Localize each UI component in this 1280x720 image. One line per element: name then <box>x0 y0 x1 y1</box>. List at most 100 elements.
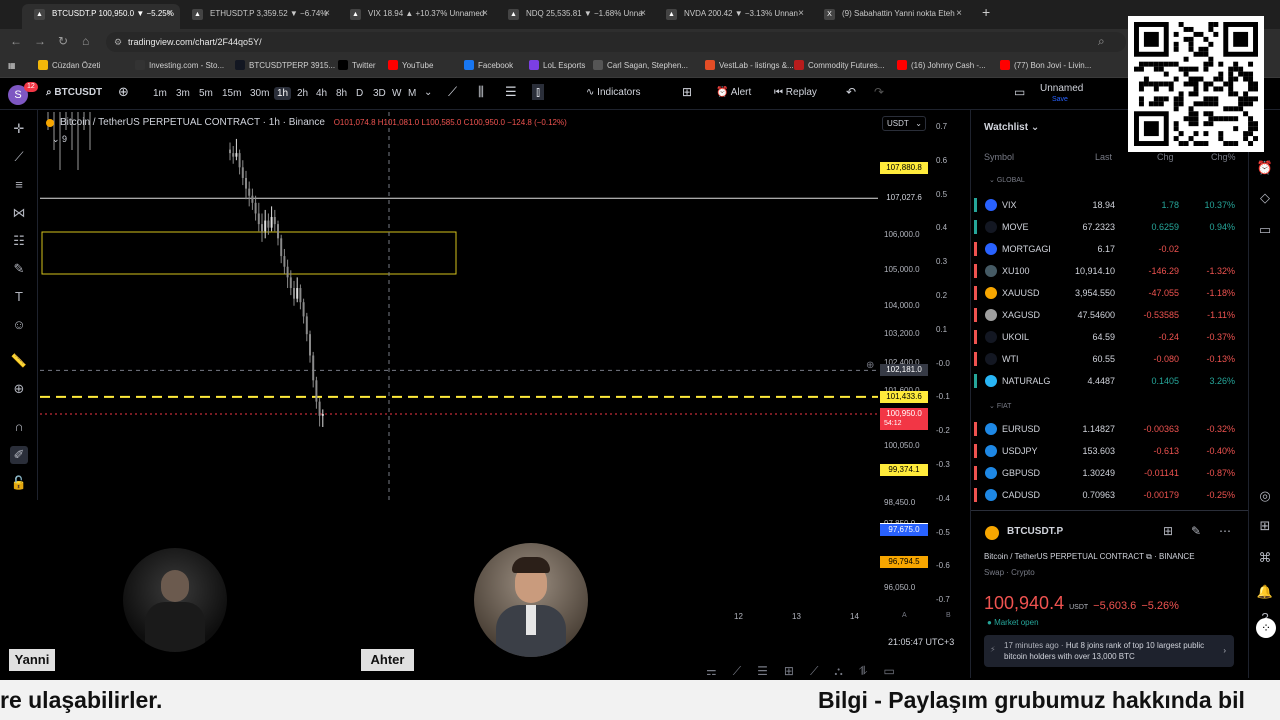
time-axis[interactable]: 12 13 14 A B <box>706 610 970 628</box>
apps-icon[interactable]: ▦ <box>8 59 16 73</box>
interval-3D[interactable]: 3D <box>370 87 389 100</box>
forecast-icon[interactable]: ☷ <box>10 232 28 250</box>
watchlist-title[interactable]: Watchlist ⌄ <box>984 122 1039 133</box>
bookmark[interactable]: Carl Sagan, Stephen... <box>593 59 688 73</box>
lock-icon[interactable]: 🔓 <box>10 474 28 492</box>
brush-icon[interactable]: ✎ <box>10 260 28 278</box>
data-window-icon[interactable]: ⊞ <box>1256 518 1274 536</box>
browser-tab[interactable]: ▲ NVDA 200.42 ▼ −3.13% Unnan × <box>654 4 812 29</box>
ruler-icon[interactable]: 📏 <box>10 352 28 370</box>
magnet-icon[interactable]: ∩ <box>10 418 28 436</box>
watchlist-row[interactable]: MOVE 67.2323 0.6259 0.94% <box>971 216 1249 238</box>
browser-tab[interactable]: ▲ ETHUSDT.P 3,359.52 ▼ −6.74% × <box>180 4 338 29</box>
watchlist-row[interactable]: NATURALGAS 4.4487 0.1405 3.26% <box>971 370 1249 392</box>
back-icon[interactable]: ← <box>10 34 22 48</box>
ideas-icon[interactable]: ⌘ <box>1256 550 1274 568</box>
watchlist-row[interactable]: WTI 60.55 -0.080 -0.13% <box>971 348 1249 370</box>
site-info-icon[interactable]: ⚙ <box>114 32 122 52</box>
text-icon[interactable]: T <box>10 288 28 306</box>
add-alert-plus-icon[interactable]: ⊕ <box>866 360 874 371</box>
new-tab-button[interactable]: + <box>982 4 990 20</box>
redo-icon[interactable]: ↷ <box>874 85 884 99</box>
currency-select[interactable]: USDT ⌄ <box>882 116 926 131</box>
external-link-icon[interactable]: ⧉ <box>1146 552 1152 561</box>
watchlist-row[interactable]: EURUSD 1.14827 -0.00363 -0.32% <box>971 418 1249 440</box>
crosshair-icon[interactable]: ✛ <box>10 120 28 138</box>
utc-clock[interactable]: 21:05:47 UTC+3 <box>888 637 954 647</box>
interval-W[interactable]: W <box>389 87 404 100</box>
col-symbol[interactable]: Symbol <box>984 152 1014 162</box>
chevron-down-icon[interactable]: ⌄ <box>424 87 432 98</box>
close-icon[interactable]: × <box>324 4 330 23</box>
target-icon[interactable]: ◎ <box>1256 488 1274 506</box>
interval-15m[interactable]: 15m <box>219 87 244 100</box>
compare-symbol-icon[interactable]: ⊕ <box>118 84 129 100</box>
bookmark[interactable]: Twitter <box>338 59 376 73</box>
interval-8h[interactable]: 8h <box>333 87 350 100</box>
interval-D[interactable]: D <box>353 87 366 100</box>
trend-line-icon[interactable]: ⟋ <box>10 148 28 166</box>
bookmark[interactable]: Facebook <box>464 59 513 73</box>
layout-name-button[interactable]: Unnamed <box>1040 83 1083 94</box>
close-icon[interactable]: × <box>798 4 804 23</box>
section-fiat[interactable]: ⌄ FIAT <box>989 402 1011 410</box>
indicators-button[interactable]: ∿ Indicators <box>586 87 641 98</box>
layers-icon[interactable]: ◇ <box>1256 190 1274 208</box>
edit-icon[interactable]: ✎ <box>1191 524 1201 538</box>
watchlist-row[interactable]: MORTGAGE 6.17 -0.02 <box>971 238 1249 260</box>
forward-icon[interactable]: → <box>34 34 46 48</box>
alerts-clock-icon[interactable]: ⏰ <box>1256 160 1274 178</box>
reload-icon[interactable]: ↻ <box>58 34 68 48</box>
grid-icon[interactable]: ⊞ <box>1163 524 1173 538</box>
watchlist-row[interactable]: XAGUSD 47.54600 -0.53585 -1.11% <box>971 304 1249 326</box>
section-global[interactable]: ⌄ GLOBAL <box>989 176 1025 184</box>
watchlist-row[interactable]: CADUSD 0.70963 -0.00179 -0.25% <box>971 484 1249 506</box>
interval-5m[interactable]: 5m <box>196 87 216 100</box>
close-icon[interactable]: × <box>166 4 172 23</box>
bookmark[interactable]: (77) Bon Jovi - Livin... <box>1000 59 1091 73</box>
bottom-toolbar-icons[interactable]: ⚎⟋☰⊞⟋⛬⥮▭ <box>706 664 970 680</box>
interval-30m[interactable]: 30m <box>247 87 272 100</box>
watchlist-row[interactable]: USDJPY 153.603 -0.613 -0.40% <box>971 440 1249 462</box>
interval-2h[interactable]: 2h <box>294 87 311 100</box>
zoom-in-icon[interactable]: ⊕ <box>10 380 28 398</box>
watchlist-row[interactable]: UKOIL 64.59 -0.24 -0.37% <box>971 326 1249 348</box>
replay-button[interactable]: ⏮ Replay <box>774 87 817 98</box>
chart-type-icon[interactable]: ⟋ <box>448 84 457 100</box>
alert-button[interactable]: ⏰ Alert <box>716 87 751 98</box>
more-icon[interactable]: ⋯ <box>1219 524 1231 538</box>
apps-grid-icon[interactable]: ⁘ <box>1256 618 1276 638</box>
watchlist-row[interactable]: XAUUSD 3,954.550 -47.055 -1.18% <box>971 282 1249 304</box>
browser-tab[interactable]: ▲ VIX 18.94 ▲ +10.37% Unnamed × <box>338 4 496 29</box>
news-card[interactable]: ⚡ 17 minutes ago · Hut 8 joins rank of t… <box>984 635 1234 667</box>
pattern-icon[interactable]: ⋈ <box>10 204 28 222</box>
undo-icon[interactable]: ↶ <box>846 85 856 99</box>
col-last[interactable]: Last <box>1095 152 1112 162</box>
close-icon[interactable]: × <box>640 4 646 23</box>
interval-4h[interactable]: 4h <box>313 87 330 100</box>
layout-box-icon[interactable]: ▭ <box>1014 85 1025 99</box>
candlestick-chart[interactable] <box>40 112 878 502</box>
watchlist-row[interactable]: VIX 18.94 1.78 10.37% <box>971 194 1249 216</box>
home-icon[interactable]: ⌂ <box>82 34 89 48</box>
fib-icon[interactable]: ≡ <box>10 176 28 194</box>
bars-icon[interactable]: ☰ <box>505 84 517 100</box>
interval-1m[interactable]: 1m <box>150 87 170 100</box>
bookmark[interactable]: Cüzdan Özeti <box>38 59 100 73</box>
columns-icon[interactable]: ⫾ <box>532 84 545 100</box>
bookmark[interactable]: Commodity Futures... <box>794 59 884 73</box>
browser-tab[interactable]: X (9) Sabahattin Yanni nokta Eteh × <box>812 4 970 29</box>
bookmark[interactable]: YouTube <box>388 59 433 73</box>
candles-icon[interactable]: ⫼ <box>478 84 484 100</box>
notifications-bell-icon[interactable]: 🔔 <box>1256 584 1274 602</box>
chart-pane[interactable]: Bitcoin / TetherUS PERPETUAL CONTRACT · … <box>40 112 878 502</box>
close-icon[interactable]: × <box>956 4 962 23</box>
bookmark[interactable]: LoL Esports <box>529 59 585 73</box>
watchlist-row[interactable]: GBPUSD 1.30249 -0.01141 -0.87% <box>971 462 1249 484</box>
url-field[interactable]: ⚙ tradingview.com/chart/2F44qo5Y/ <box>106 32 1126 52</box>
chat-icon[interactable]: ▭ <box>1256 222 1274 240</box>
symbol-search-button[interactable]: ⌕ BTCUSDT <box>46 87 102 98</box>
price-axis[interactable]: USDT ⌄ 106,000.0 105,000.0 104,000.0 103,200… <box>878 112 970 652</box>
stay-drawing-icon[interactable]: ✐ <box>10 446 28 464</box>
emoji-icon[interactable]: ☺ <box>10 316 28 334</box>
